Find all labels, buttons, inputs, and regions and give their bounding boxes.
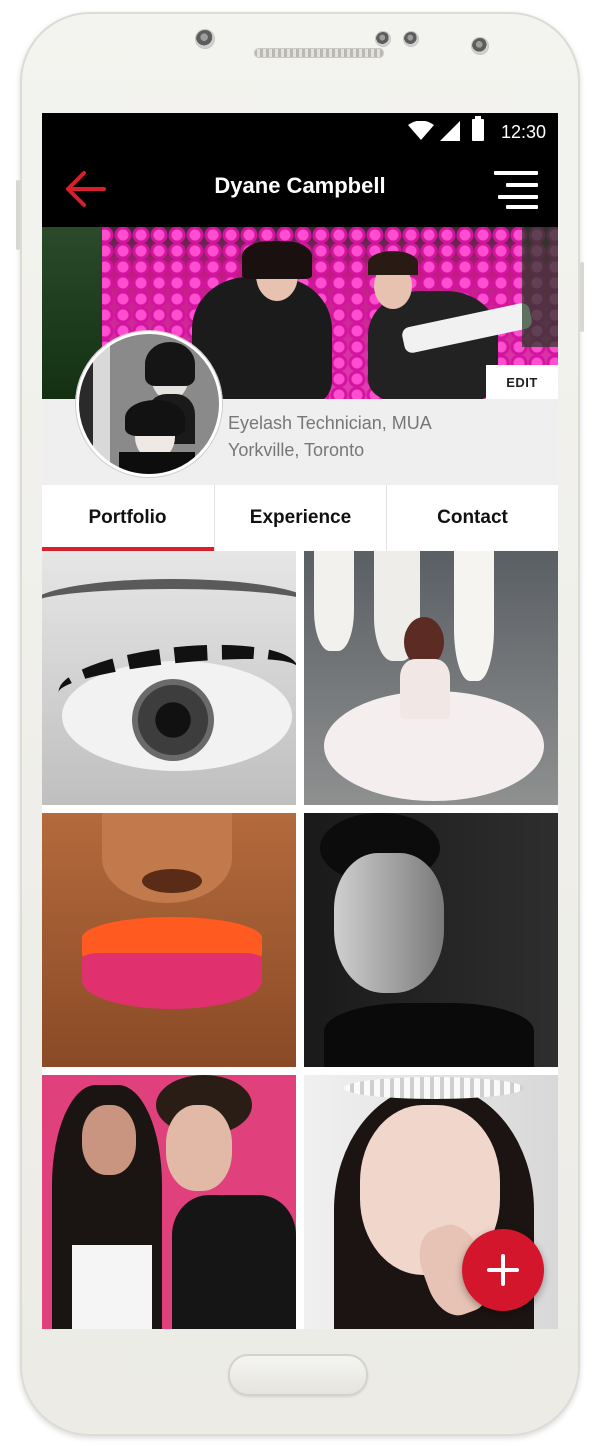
profile-occupation: Eyelash Technician, MUA <box>228 413 432 433</box>
power-button <box>580 262 584 332</box>
home-button[interactable] <box>228 1354 368 1396</box>
portfolio-grid <box>42 551 558 1329</box>
avatar[interactable] <box>76 331 222 477</box>
tab-portfolio[interactable]: Portfolio <box>42 485 213 551</box>
battery-icon <box>472 116 484 141</box>
portfolio-tile[interactable] <box>42 813 296 1067</box>
volume-button <box>16 180 20 250</box>
status-bar: 12:30 <box>42 113 558 151</box>
menu-icon[interactable] <box>494 171 538 209</box>
portfolio-tile[interactable] <box>42 1075 296 1329</box>
app-screen: 12:30 Dyane Campbell EDIT Eyelash Techni… <box>42 113 558 1329</box>
page-title: Dyane Campbell <box>214 173 386 198</box>
profile-location: Yorkville, Toronto <box>228 440 365 460</box>
proximity-sensor-icon <box>472 38 488 54</box>
front-camera-icon <box>196 30 214 48</box>
status-time: 12:30 <box>500 122 546 142</box>
tab-experience[interactable]: Experience <box>214 485 386 551</box>
sensor-icon <box>376 32 390 46</box>
app-bar: Dyane Campbell <box>42 151 558 227</box>
portfolio-tile[interactable] <box>304 551 558 805</box>
wifi-icon <box>408 121 434 140</box>
signal-icon <box>440 121 460 141</box>
sensor-icon <box>404 32 418 46</box>
add-button[interactable] <box>462 1229 544 1311</box>
portfolio-tile[interactable] <box>42 551 296 805</box>
speaker-grille <box>254 48 384 58</box>
portfolio-tile[interactable] <box>304 813 558 1067</box>
edit-button[interactable]: EDIT <box>486 365 558 399</box>
profile-tabs: Portfolio Experience Contact <box>42 485 558 552</box>
tab-contact[interactable]: Contact <box>386 485 558 551</box>
